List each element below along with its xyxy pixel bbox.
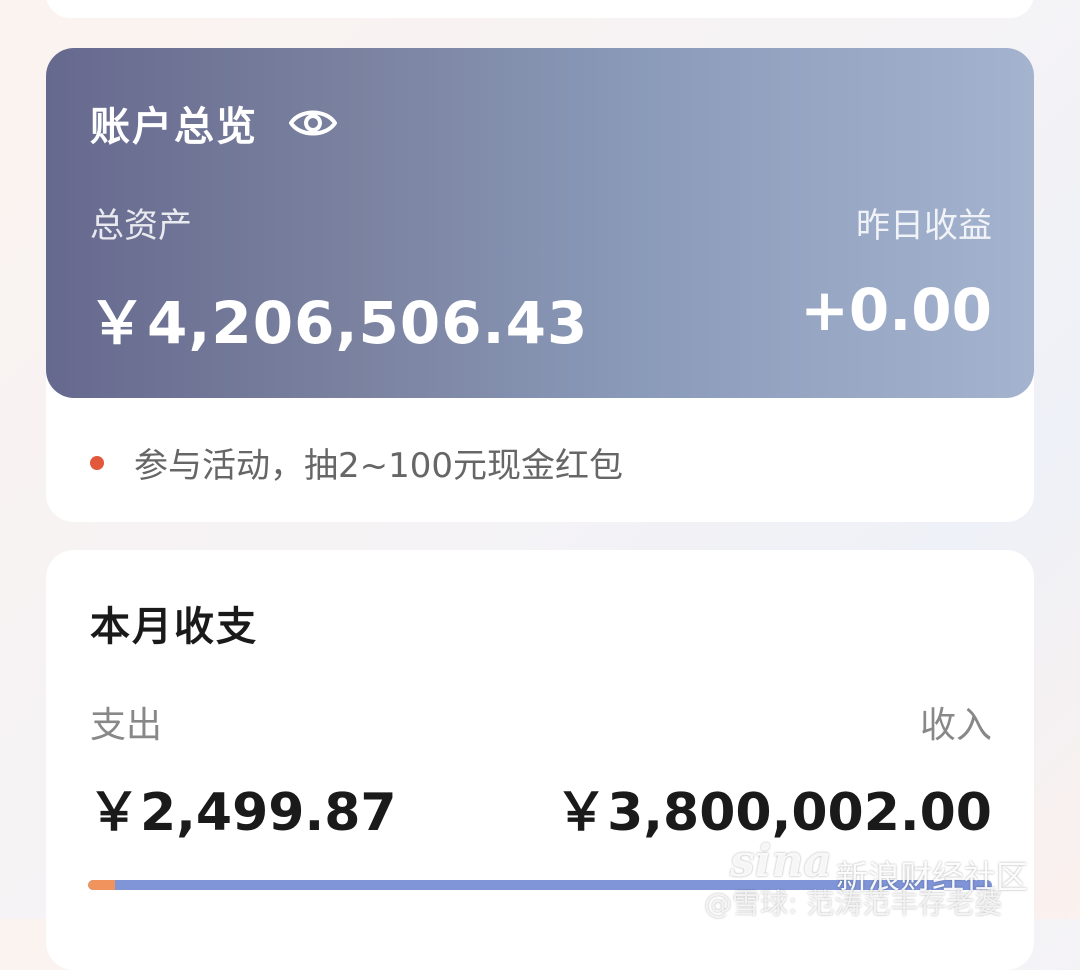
promo-dot-icon [90,455,104,470]
promo-text: 参与活动，抽2~100元现金红包 [134,446,624,486]
promo-banner[interactable]: 参与活动，抽2~100元现金红包 [90,438,623,487]
income-value: ￥3,800,002.00 [555,783,992,843]
monthly-summary-card[interactable]: 本月收支 支出 收入 ￥2,499.87 ￥3,800,002.00 [46,550,1034,970]
expense-bar-segment [88,880,116,890]
overview-title: 账户总览 [90,104,258,150]
account-overview-header[interactable]: 账户总览 总资产 昨日收益 ￥4,206,506.43 +0.00 [46,48,1034,398]
previous-card [46,0,1034,18]
expense-value: ￥2,499.87 [88,783,397,843]
eye-icon[interactable] [288,106,338,140]
total-assets-value: ￥4,206,506.43 [88,289,589,357]
account-overview-card: 账户总览 总资产 昨日收益 ￥4,206,506.43 +0.00 参与活动，抽… [46,48,1034,522]
yesterday-income-label: 昨日收益 [856,206,992,246]
total-assets-label: 总资产 [90,206,192,246]
monthly-title: 本月收支 [90,604,258,650]
yesterday-income-value: +0.00 [800,276,992,344]
income-label: 收入 [919,705,992,746]
overview-title-row: 账户总览 [90,94,338,152]
income-expense-bar [88,880,992,890]
expense-label: 支出 [90,705,163,746]
